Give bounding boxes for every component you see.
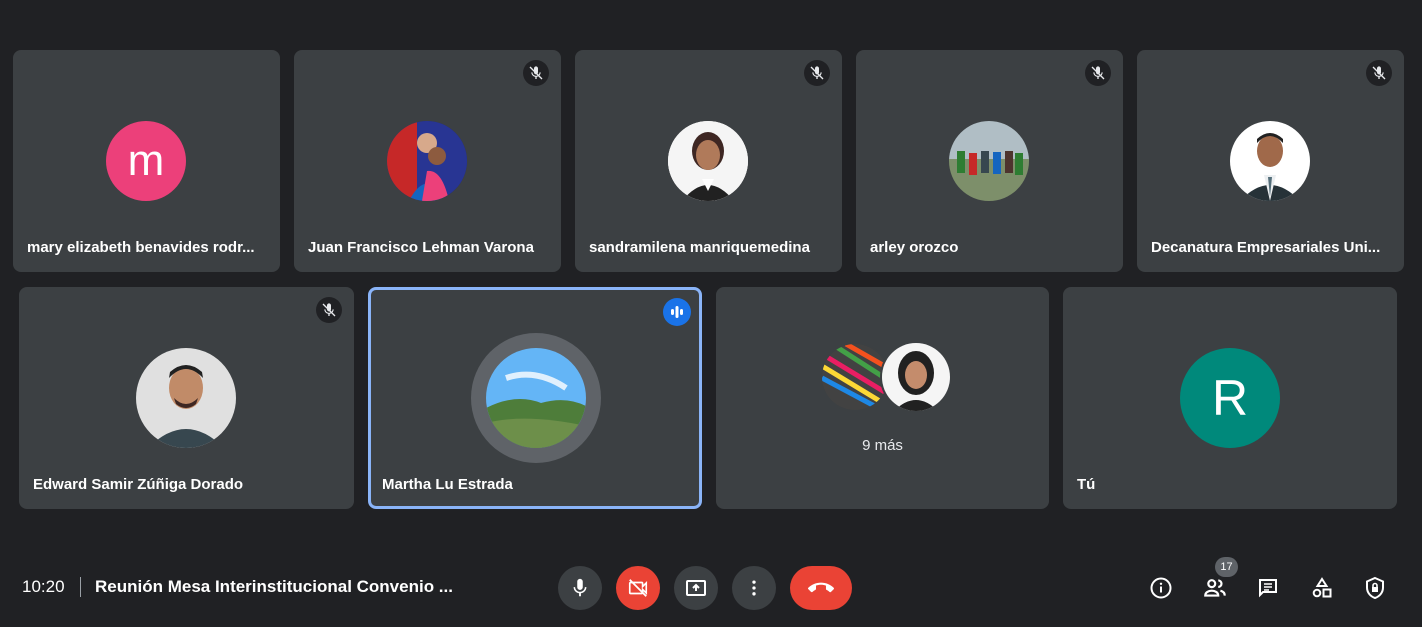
mic-button[interactable] — [558, 566, 602, 610]
avatar — [880, 341, 952, 413]
participant-tile-juan[interactable]: Juan Francisco Lehman Varona — [294, 50, 561, 272]
avatar — [668, 121, 748, 201]
mic-icon — [573, 578, 587, 597]
chat-button[interactable] — [1251, 571, 1285, 605]
camera-off-icon — [628, 579, 648, 597]
speaking-icon — [663, 298, 691, 326]
avatar: m — [106, 121, 186, 201]
participant-name: Decanatura Empresariales Uni... — [1151, 239, 1381, 256]
meeting-details-button[interactable] — [1144, 571, 1178, 605]
participant-tile-more[interactable]: 9 más — [716, 287, 1049, 509]
participants-count-badge: 17 — [1215, 557, 1238, 577]
avatar-letter: m — [127, 136, 165, 185]
participant-name: Tú — [1077, 476, 1096, 493]
mic-off-icon — [1366, 60, 1392, 86]
activities-button[interactable] — [1305, 571, 1339, 605]
participant-tile-arley[interactable]: arley orozco — [856, 50, 1123, 272]
clock: 10:20 — [22, 577, 65, 596]
avatar — [387, 121, 467, 201]
mic-off-icon — [1085, 60, 1111, 86]
people-icon — [1204, 579, 1226, 597]
divider — [80, 577, 81, 597]
more-options-button[interactable] — [732, 566, 776, 610]
mic-off-icon — [804, 60, 830, 86]
present-button[interactable] — [674, 566, 718, 610]
avatar-letter: R — [1211, 370, 1249, 426]
participant-name: sandramilena manriquemedina — [589, 239, 810, 256]
chat-icon — [1259, 579, 1277, 598]
participant-name: arley orozco — [870, 239, 959, 256]
host-controls-button[interactable] — [1358, 571, 1392, 605]
present-icon — [686, 580, 706, 596]
avatar — [949, 121, 1029, 201]
participant-tile-self[interactable]: R Tú — [1063, 287, 1397, 509]
meeting-title[interactable]: Reunión Mesa Interinstitucional Convenio… — [95, 577, 453, 597]
participant-name: mary elizabeth benavides rodr... — [27, 239, 255, 256]
info-icon — [1150, 577, 1172, 599]
leave-call-button[interactable] — [790, 566, 852, 610]
participant-name: Juan Francisco Lehman Varona — [308, 239, 534, 256]
participant-tile-sandramilena[interactable]: sandramilena manriquemedina — [575, 50, 842, 272]
participant-tile-edward[interactable]: Edward Samir Zúñiga Dorado — [19, 287, 354, 509]
participant-tile-martha[interactable]: Martha Lu Estrada — [368, 287, 702, 509]
avatar — [1230, 121, 1310, 201]
participant-name: Martha Lu Estrada — [382, 476, 513, 493]
more-participants-label: 9 más — [862, 437, 903, 454]
call-end-icon — [808, 582, 834, 593]
avatar: R — [1180, 348, 1280, 448]
avatar — [486, 348, 586, 448]
mic-off-icon — [316, 297, 342, 323]
participant-tile-mary[interactable]: m mary elizabeth benavides rodr... — [13, 50, 280, 272]
participant-name: Edward Samir Zúñiga Dorado — [33, 476, 244, 493]
host-controls-icon — [1366, 576, 1384, 600]
more-vert-icon — [752, 580, 756, 596]
activities-icon — [1312, 577, 1332, 598]
mic-off-icon — [523, 60, 549, 86]
camera-button[interactable] — [616, 566, 660, 610]
avatar — [136, 348, 236, 448]
participant-tile-decanatura[interactable]: Decanatura Empresariales Uni... — [1137, 50, 1404, 272]
